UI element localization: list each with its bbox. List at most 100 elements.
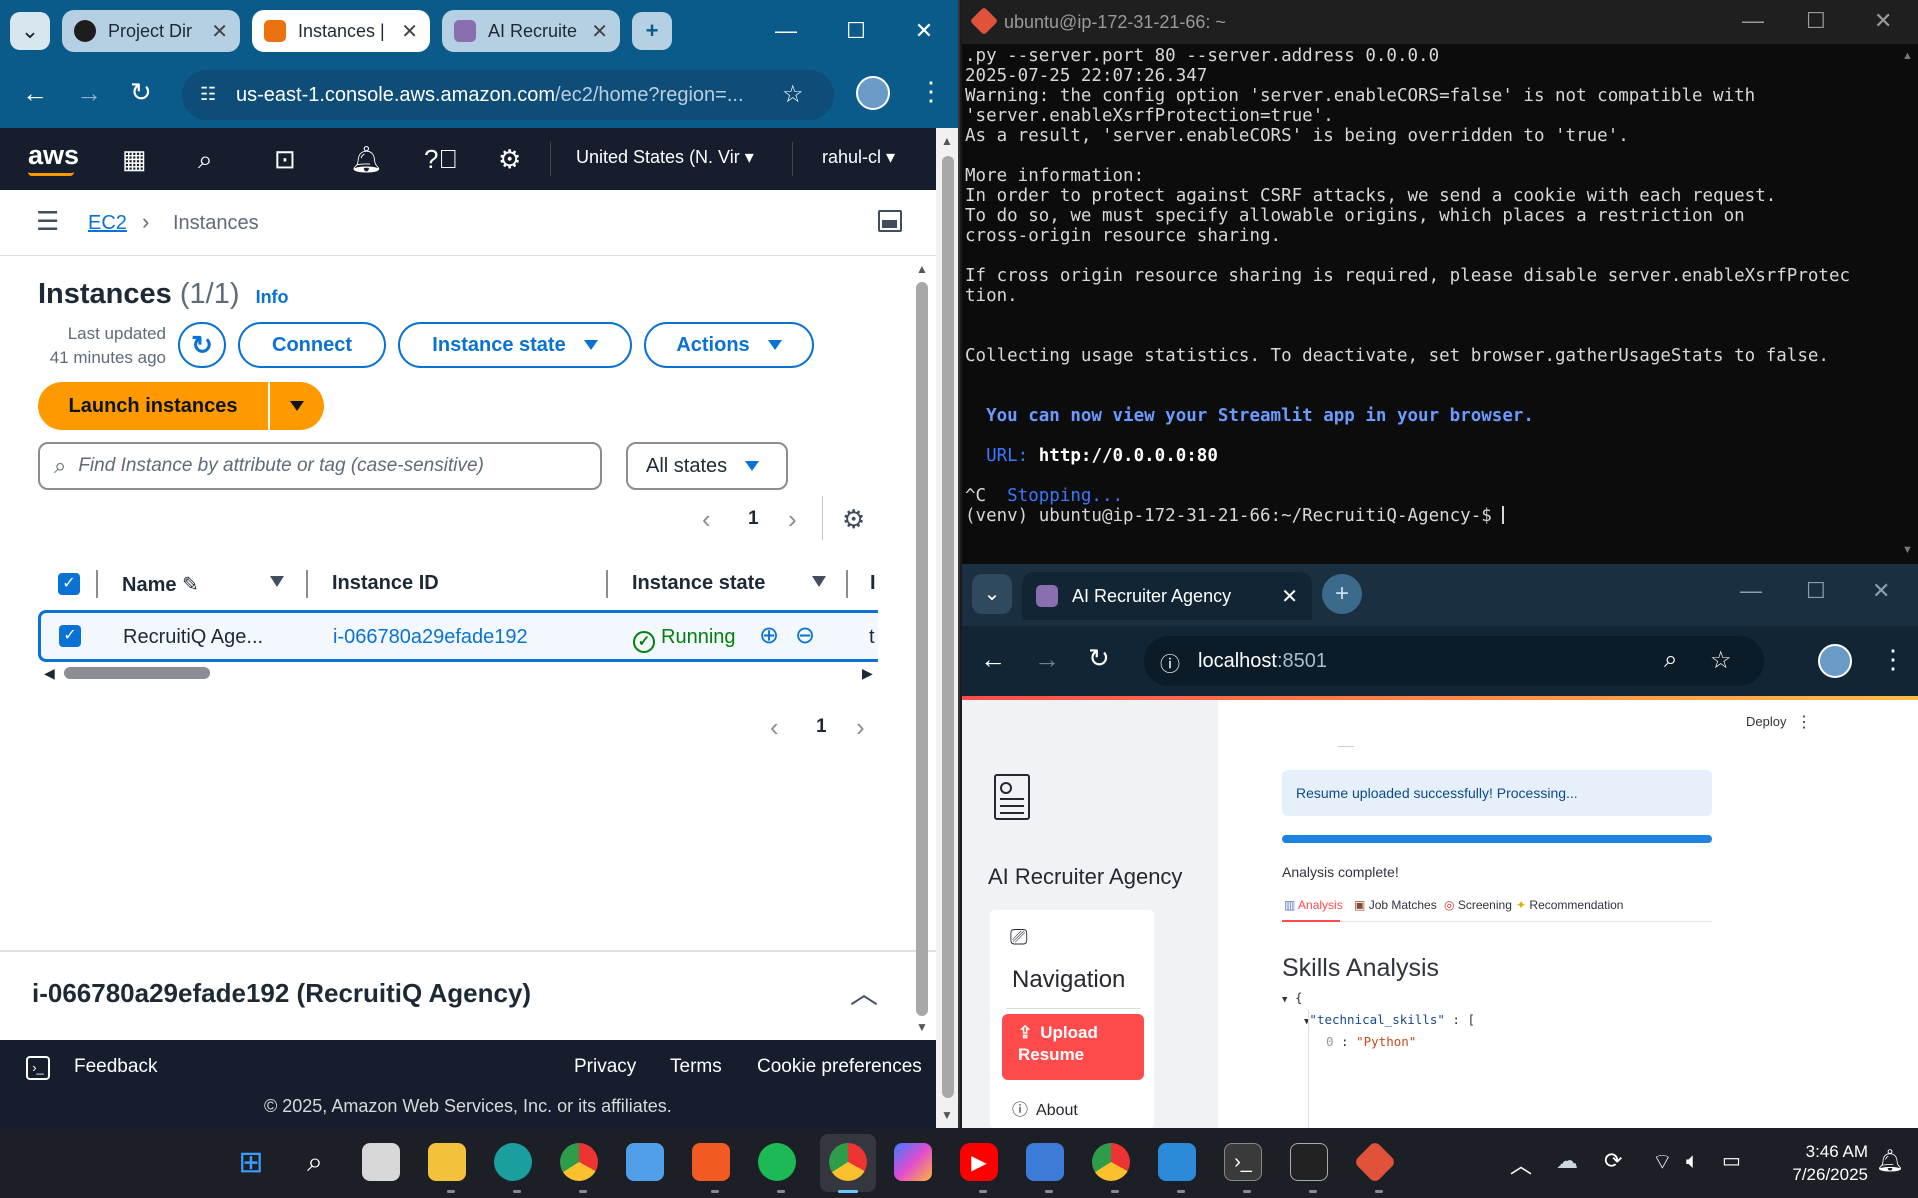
cloudshell-icon[interactable]: ›_ <box>26 1056 50 1080</box>
column-header-instance-state[interactable]: Instance state <box>632 572 765 595</box>
profile-avatar[interactable] <box>1818 644 1852 678</box>
scroll-down-icon[interactable]: ▼ <box>941 1108 953 1122</box>
close-icon[interactable]: ✕ <box>591 19 608 44</box>
collapse-toggle-icon[interactable]: ▼ <box>1282 995 1287 1005</box>
close-icon[interactable]: ✕ <box>401 19 418 44</box>
gear-icon[interactable]: ⚙ <box>498 144 521 175</box>
column-header-name[interactable]: Name ✎ <box>122 572 199 597</box>
profile-avatar[interactable] <box>856 76 890 110</box>
cmd-icon[interactable] <box>1290 1143 1328 1181</box>
cookie-preferences-link[interactable]: Cookie preferences <box>757 1056 922 1078</box>
collapse-icon[interactable]: ︿ <box>850 972 878 1012</box>
tab-search-button[interactable]: ⌄ <box>10 12 50 50</box>
tray-overflow-icon[interactable]: ︿ <box>1510 1148 1532 1180</box>
about-nav-item[interactable]: ⓘ About <box>1012 1096 1078 1120</box>
back-icon[interactable]: ← <box>22 78 48 109</box>
shell-prompt[interactable]: (venv) ubuntu@ip-172-31-21-66:~/Recruiti… <box>965 506 1505 526</box>
scroll-down-icon[interactable]: ▼ <box>1902 544 1913 556</box>
tab-ai-recruiter[interactable]: AI Recruiter Agency ✕ <box>1022 572 1312 620</box>
connect-button[interactable]: Connect <box>238 322 386 368</box>
spotify-icon[interactable] <box>758 1143 796 1181</box>
zoom-in-icon[interactable]: ⊕ <box>759 621 779 650</box>
menu-kebab-icon[interactable]: ⋮ <box>918 76 944 107</box>
next-page-icon[interactable]: › <box>856 712 865 743</box>
close-window-button[interactable]: ✕ <box>904 12 944 50</box>
hamburger-menu-icon[interactable]: ☰ <box>36 206 59 237</box>
scroll-up-icon[interactable]: ▲ <box>941 134 953 148</box>
tab-screening[interactable]: ◎ Screening <box>1444 898 1512 912</box>
sync-icon[interactable]: ⟳ <box>1604 1148 1622 1174</box>
privacy-link[interactable]: Privacy <box>574 1056 636 1078</box>
page-number[interactable]: 1 <box>748 508 759 530</box>
close-window-button[interactable]: ✕ <box>1874 8 1892 34</box>
preferences-gear-icon[interactable]: ⚙ <box>842 504 865 535</box>
chrome-icon[interactable] <box>560 1143 598 1181</box>
account-selector[interactable]: rahul-cl ▾ <box>822 147 895 168</box>
terminal-icon[interactable]: ›_ <box>1224 1143 1262 1181</box>
zoom-icon[interactable]: ⌕ <box>1664 646 1677 674</box>
notepad-icon[interactable] <box>1026 1143 1064 1181</box>
tab-job-matches[interactable]: ▣ Job Matches <box>1354 898 1437 912</box>
column-header-instance-id[interactable]: Instance ID <box>332 572 439 595</box>
services-grid-icon[interactable]: ▦ <box>122 144 147 175</box>
prev-page-icon[interactable]: ‹ <box>702 504 711 535</box>
launch-dropdown-button[interactable] <box>270 382 324 430</box>
info-link[interactable]: Info <box>256 287 289 307</box>
row-checkbox[interactable]: ✓ <box>59 625 81 647</box>
site-info-icon[interactable]: ⓘ <box>1160 648 1180 677</box>
file-explorer-icon[interactable] <box>428 1143 466 1181</box>
task-view-icon[interactable] <box>362 1143 400 1181</box>
search-icon[interactable]: ⌕ <box>198 144 213 176</box>
scroll-up-icon[interactable]: ▲ <box>1902 50 1913 62</box>
breadcrumb-ec2[interactable]: EC2 <box>88 212 127 235</box>
deploy-button[interactable]: Deploy <box>1746 714 1786 729</box>
tab-recommendation[interactable]: ✦ Recommendation <box>1516 898 1623 912</box>
feedback-link[interactable]: Feedback <box>74 1056 157 1078</box>
wifi-icon[interactable]: ⌔ <box>1652 1148 1673 1176</box>
refresh-button[interactable]: ↻ <box>178 322 226 368</box>
json-viewer[interactable]: ▼ { <box>1282 990 1302 1005</box>
git-bash-icon[interactable] <box>1353 1140 1397 1184</box>
battery-icon[interactable]: ▭ <box>1722 1148 1741 1173</box>
sort-caret-icon[interactable] <box>812 576 826 587</box>
page-scrollbar[interactable]: ▲ ▼ <box>936 128 958 1128</box>
aws-logo[interactable]: aws <box>28 140 79 171</box>
forward-icon[interactable]: → <box>1034 644 1060 675</box>
terminal-scrollbar[interactable]: ▲ ▼ <box>1900 46 1916 560</box>
clock[interactable]: 3:46 AM 7/26/2025 <box>1772 1140 1868 1186</box>
tab-instances[interactable]: Instances | ✕ <box>252 10 430 52</box>
volume-icon[interactable]: 🔈︎ <box>1686 1148 1699 1174</box>
new-tab-button[interactable]: + <box>632 12 672 50</box>
split-panel-icon[interactable] <box>878 210 902 232</box>
instance-state-button[interactable]: Instance state <box>398 322 632 368</box>
new-tab-button[interactable]: + <box>1322 574 1362 614</box>
close-icon[interactable]: ✕ <box>211 19 228 44</box>
next-page-icon[interactable]: › <box>788 504 797 535</box>
store-icon[interactable] <box>626 1143 664 1181</box>
reload-icon[interactable]: ↻ <box>1088 643 1110 674</box>
notification-bell-icon[interactable]: 🔔︎ <box>1876 1148 1904 1174</box>
horizontal-scrollbar-thumb[interactable] <box>64 667 210 679</box>
scroll-up-icon[interactable]: ▲ <box>916 262 928 276</box>
onedrive-icon[interactable]: ☁ <box>1556 1148 1578 1174</box>
scroll-right-icon[interactable]: ▶ <box>862 665 873 682</box>
inner-scrollbar[interactable]: ▲ ▼ <box>914 262 930 1034</box>
actions-button[interactable]: Actions <box>644 322 814 368</box>
page-number[interactable]: 1 <box>816 716 827 738</box>
close-icon[interactable]: ✕ <box>1281 584 1298 609</box>
edge-icon[interactable] <box>494 1143 532 1181</box>
youtube-icon[interactable]: ▶ <box>960 1143 998 1181</box>
tab-project-dir[interactable]: Project Dir ✕ <box>62 10 240 52</box>
select-all-checkbox[interactable]: ✓ <box>58 573 80 595</box>
minimize-button[interactable]: — <box>766 12 806 50</box>
search-icon[interactable]: ⌕ <box>296 1143 334 1181</box>
launch-instances-button[interactable]: Launch instances <box>38 382 268 430</box>
forward-icon[interactable]: → <box>76 78 102 109</box>
bookmark-star-icon[interactable]: ☆ <box>1710 646 1732 675</box>
bookmark-star-icon[interactable]: ☆ <box>782 80 804 109</box>
prev-page-icon[interactable]: ‹ <box>770 712 779 743</box>
scroll-left-icon[interactable]: ◀ <box>44 665 55 682</box>
terminal-output[interactable]: .py --server.port 80 --server.address 0.… <box>965 46 1895 406</box>
minimize-button[interactable]: — <box>1742 8 1764 34</box>
upload-resume-button[interactable]: ⇪ Upload Resume <box>1002 1014 1144 1080</box>
